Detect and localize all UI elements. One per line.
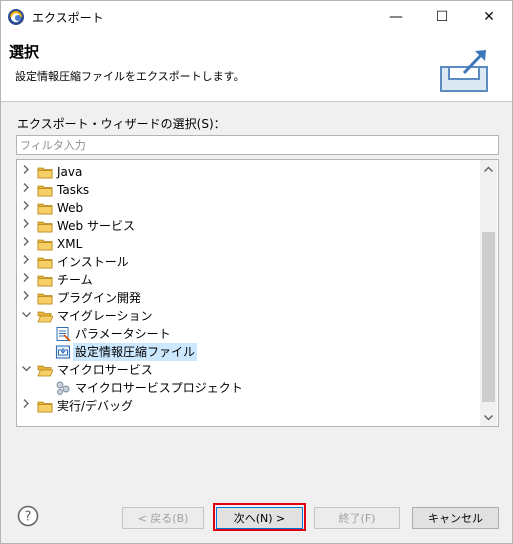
tree-item[interactable]: マイグレーション <box>17 307 479 325</box>
tree-item[interactable]: パラメータシート <box>17 325 479 343</box>
folder-icon <box>37 257 53 269</box>
page-title: 選択 <box>9 43 40 61</box>
chevron-right-icon[interactable] <box>21 164 31 180</box>
scrollbar-thumb[interactable] <box>482 232 495 402</box>
tree-item[interactable]: マイクロサービス <box>17 361 479 379</box>
folder-icon <box>37 167 53 179</box>
tree-item-label: インストール <box>57 255 129 269</box>
tree-item-label: 設定情報圧縮ファイル <box>73 343 198 361</box>
chevron-right-icon[interactable] <box>21 290 31 306</box>
folder-icon <box>37 401 53 413</box>
chevron-right-icon[interactable] <box>21 218 31 234</box>
folder-icon <box>37 221 53 233</box>
wizard-selection-label: エクスポート・ウィザードの選択(S)： <box>17 117 226 131</box>
parameter-sheet-icon <box>56 327 71 342</box>
chevron-right-icon[interactable] <box>21 398 31 414</box>
tree-item[interactable]: プラグイン開発 <box>17 289 479 307</box>
filter-input[interactable] <box>16 135 499 155</box>
vertical-scrollbar[interactable] <box>480 160 497 426</box>
tree-item-label: 実行/デバッグ <box>57 399 134 413</box>
export-dialog: エクスポート — ☐ ✕ 選択 設定情報圧縮ファイルをエクスポートします。 エク… <box>0 0 513 544</box>
close-icon: ✕ <box>483 9 495 25</box>
tree-item-label: Java <box>57 165 83 179</box>
export-wizard-icon <box>440 50 488 92</box>
tree-item-label: Tasks <box>57 183 90 197</box>
minimize-button[interactable]: — <box>373 1 419 33</box>
scroll-down-button[interactable] <box>480 409 497 426</box>
tree-item-label: パラメータシート <box>75 327 171 341</box>
chevron-down-icon[interactable] <box>21 362 31 378</box>
close-button[interactable]: ✕ <box>466 1 512 33</box>
tree-item-label: プラグイン開発 <box>57 291 142 305</box>
tree-item[interactable]: マイクロサービスプロジェクト <box>17 379 479 397</box>
help-icon[interactable]: ? <box>17 505 39 527</box>
back-button[interactable]: < 戻る(B) <box>122 507 204 529</box>
tree-item-label: マイクロサービス <box>57 363 153 377</box>
chevron-right-icon[interactable] <box>21 200 31 216</box>
folder-open-icon <box>37 311 53 323</box>
tree-item[interactable]: Tasks <box>17 181 479 199</box>
svg-text:?: ? <box>25 510 32 525</box>
chevron-down-icon <box>484 414 493 420</box>
folder-icon <box>37 293 53 305</box>
maximize-button[interactable]: ☐ <box>419 1 465 33</box>
tree-item[interactable]: Web サービス <box>17 217 479 235</box>
window-title: エクスポート <box>32 11 104 25</box>
scroll-up-button[interactable] <box>480 160 497 177</box>
tree-rows: Java Tasks Web Web サービス XML インストール チーム プラグイン開発マ… <box>17 163 479 415</box>
tree-item-label: Web <box>57 201 84 215</box>
title-bar: エクスポート — ☐ ✕ <box>1 1 512 33</box>
page-description: 設定情報圧縮ファイルをエクスポートします。 <box>15 70 245 83</box>
microservice-project-icon <box>56 381 70 395</box>
wizard-banner: 選択 設定情報圧縮ファイルをエクスポートします。 <box>1 33 512 102</box>
tree-item[interactable]: Java <box>17 163 479 181</box>
tree-item-label: マイグレーション <box>57 309 153 323</box>
maximize-icon: ☐ <box>435 9 449 25</box>
folder-open-icon <box>37 365 53 377</box>
tree-item[interactable]: 実行/デバッグ <box>17 397 479 415</box>
chevron-down-icon[interactable] <box>21 308 31 324</box>
tree-item[interactable]: XML <box>17 235 479 253</box>
tree-item-label: チーム <box>57 273 93 287</box>
tree-item-label: Web サービス <box>57 219 135 233</box>
folder-icon <box>37 185 53 197</box>
archive-file-icon <box>55 345 71 359</box>
chevron-right-icon[interactable] <box>21 236 31 252</box>
chevron-right-icon[interactable] <box>21 254 31 270</box>
minimize-icon: — <box>389 9 403 25</box>
tree-item-label: マイクロサービスプロジェクト <box>75 381 243 395</box>
next-button[interactable]: 次へ(N) > <box>216 507 303 529</box>
chevron-up-icon <box>484 166 493 172</box>
tree-item[interactable]: 設定情報圧縮ファイル <box>17 343 479 361</box>
folder-icon <box>37 275 53 287</box>
finish-button[interactable]: 終了(F) <box>314 507 400 529</box>
wizard-tree[interactable]: Java Tasks Web Web サービス XML インストール チーム プラグイン開発マ… <box>16 159 499 427</box>
folder-icon <box>37 239 53 251</box>
tree-item[interactable]: チーム <box>17 271 479 289</box>
folder-icon <box>37 203 53 215</box>
cancel-button[interactable]: キャンセル <box>412 507 499 529</box>
tree-item[interactable]: Web <box>17 199 479 217</box>
tree-item[interactable]: インストール <box>17 253 479 271</box>
chevron-right-icon[interactable] <box>21 182 31 198</box>
eclipse-app-icon <box>8 9 24 25</box>
chevron-right-icon[interactable] <box>21 272 31 288</box>
tree-item-label: XML <box>57 237 83 251</box>
